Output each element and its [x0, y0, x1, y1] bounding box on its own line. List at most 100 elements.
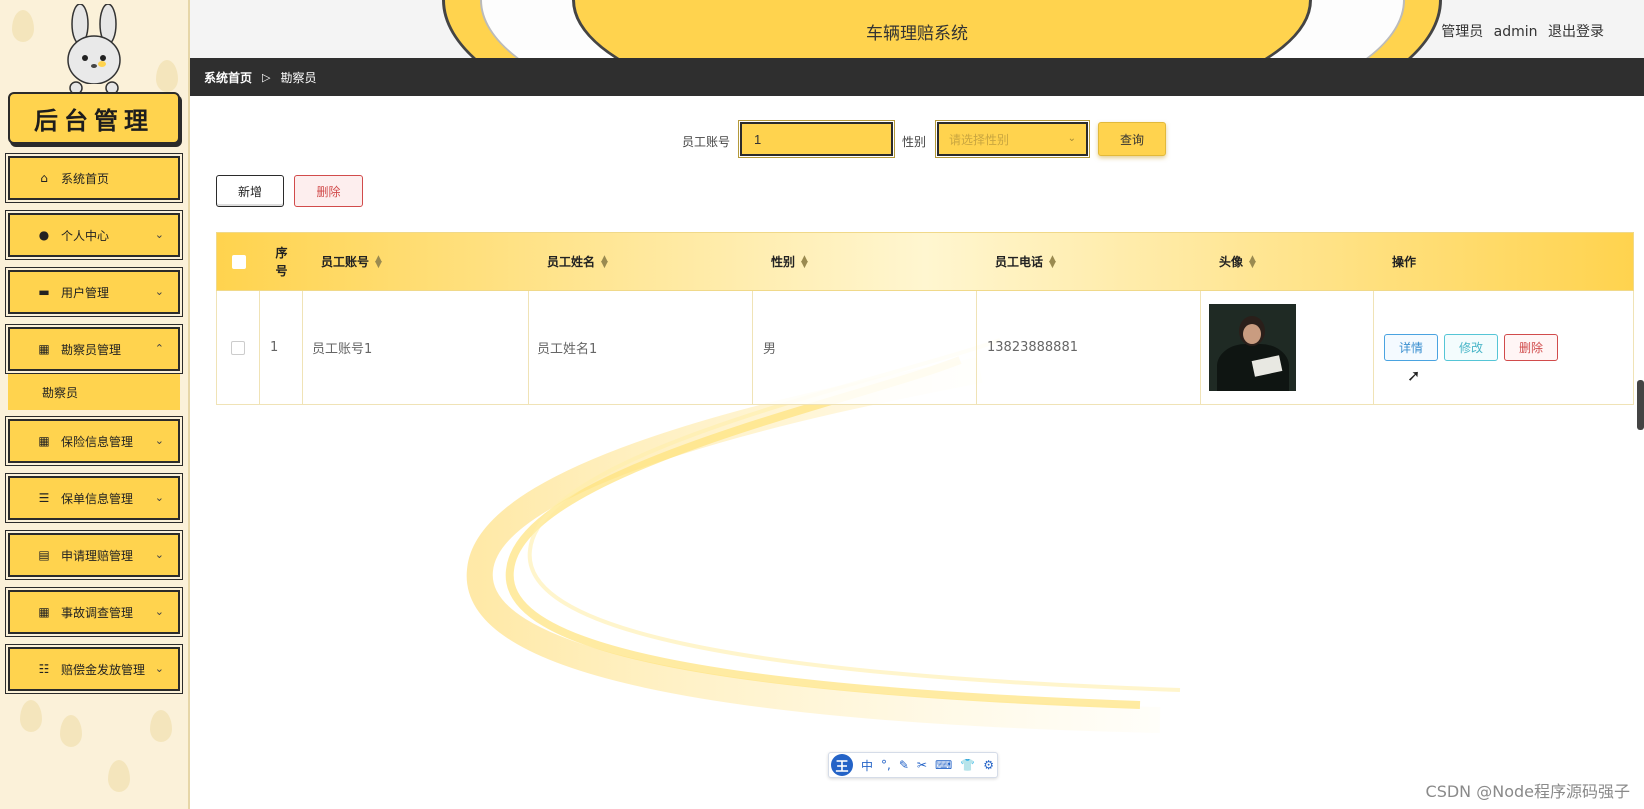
grid-icon: ▦ — [38, 342, 50, 356]
row-name: 员工姓名1 — [529, 291, 753, 404]
sidebar-item-label: 事故调查管理 — [61, 605, 134, 620]
grid-icon: ▦ — [38, 434, 50, 448]
sidebar-item-accident-survey[interactable]: ▦ 事故调查管理 ⌄ — [5, 587, 183, 637]
leaf-decoration — [20, 700, 42, 732]
sort-icon[interactable]: ▲ ▼ — [1249, 254, 1256, 269]
rabbit-mascot-icon — [66, 4, 122, 95]
leaf-decoration — [12, 10, 34, 42]
column-header-actions: 操作 — [1392, 233, 1592, 290]
sidebar-item-label: 申请理赔管理 — [61, 548, 134, 563]
column-header-label: 员工姓名 — [547, 255, 596, 269]
index-header-text: 号 — [275, 263, 288, 278]
sliders-icon: ☷ — [38, 662, 50, 676]
chevron-down-icon: ⌄ — [154, 228, 164, 241]
breadcrumb: 系统首页 ▷ 勘察员 — [190, 58, 1644, 96]
user-name: admin — [1493, 24, 1538, 40]
sidebar: 后台管理 ⌂ 系统首页 ● 个人中心 ⌄ ▬ 用户管理 ⌄ ▦ 勘察员管理 ⌃ … — [0, 0, 190, 809]
ime-mode-toggle[interactable]: 中 — [861, 757, 873, 774]
column-header-label: 员工账号 — [321, 255, 370, 269]
batch-delete-button[interactable]: 删除 — [294, 175, 363, 207]
mouse-cursor-icon: ➚ — [1407, 366, 1421, 385]
sidebar-item-claim-apply[interactable]: ▤ 申请理赔管理 ⌄ — [5, 530, 183, 580]
ime-handwriting-icon[interactable]: ✎ — [899, 758, 909, 772]
sort-icon[interactable]: ▲ ▼ — [601, 254, 608, 269]
sort-icon[interactable]: ▲ ▼ — [1049, 254, 1056, 269]
sidebar-item-label: 个人中心 — [61, 228, 110, 243]
column-header-label: 性别 — [771, 255, 796, 269]
chevron-down-icon: ⌄ — [1067, 133, 1076, 144]
gender-label: 性别 — [902, 135, 927, 149]
sidebar-item-label: 保险信息管理 — [61, 434, 134, 449]
sidebar-item-label: 用户管理 — [61, 285, 110, 300]
chevron-down-icon: ⌄ — [154, 548, 164, 561]
sidebar-brand: 后台管理 — [8, 92, 180, 144]
scrollbar-handle[interactable] — [1637, 380, 1644, 430]
sort-icon[interactable]: ▲ ▼ — [375, 254, 382, 269]
sidebar-item-label: 保单信息管理 — [61, 491, 134, 506]
data-table: 序 号 员工账号 ▲ ▼ 员工姓名 ▲ ▼ 性别 ▲ ▼ 员工电话 ▲ ▼ 头像 ▲ ▼ … — [216, 232, 1634, 405]
row-account: 员工账号1 — [303, 291, 529, 404]
leaf-decoration — [108, 760, 130, 792]
column-header-name[interactable]: 员工姓名 ▲ ▼ — [547, 233, 767, 290]
sidebar-item-surveyor-mgmt[interactable]: ▦ 勘察员管理 ⌃ — [5, 324, 183, 374]
user-role: 管理员 — [1441, 24, 1484, 40]
logout-link[interactable]: 退出登录 — [1548, 24, 1604, 40]
index-header-text: 序 — [275, 245, 288, 260]
top-header: 车辆理赔系统 管理员 admin 退出登录 — [190, 0, 1644, 58]
column-header-gender[interactable]: 性别 ▲ ▼ — [771, 233, 991, 290]
account-label: 员工账号 — [682, 135, 731, 149]
select-all-checkbox[interactable] — [231, 254, 246, 269]
column-header-phone[interactable]: 员工电话 ▲ ▼ — [995, 233, 1215, 290]
gender-select[interactable]: 请选择性别 ⌄ — [935, 120, 1090, 158]
sidebar-item-users[interactable]: ▬ 用户管理 ⌄ — [5, 267, 183, 317]
grid-icon: ▦ — [38, 605, 50, 619]
chevron-down-icon: ⌄ — [154, 285, 164, 298]
ime-settings-icon[interactable]: ⚙ — [983, 758, 994, 772]
ime-toolbar: 王 中 °, ✎ ✂ ⌨ 👕 ⚙ — [828, 752, 998, 778]
breadcrumb-home[interactable]: 系统首页 — [204, 69, 252, 86]
edit-button[interactable]: 修改 — [1444, 334, 1499, 361]
row-gender: 男 — [753, 291, 977, 404]
sidebar-item-policy-info[interactable]: ☰ 保单信息管理 ⌄ — [5, 473, 183, 523]
sidebar-item-home[interactable]: ⌂ 系统首页 — [5, 153, 183, 203]
chevron-down-icon: ⌄ — [154, 662, 164, 675]
query-button[interactable]: 查询 — [1098, 122, 1166, 156]
sidebar-item-profile[interactable]: ● 个人中心 ⌄ — [5, 210, 183, 260]
leaf-decoration — [156, 60, 178, 92]
row-checkbox[interactable] — [231, 340, 245, 355]
sidebar-item-insurance-info[interactable]: ▦ 保险信息管理 ⌄ — [5, 416, 183, 466]
gender-select-placeholder: 请选择性别 — [949, 132, 1010, 147]
column-header-account[interactable]: 员工账号 ▲ ▼ — [321, 233, 541, 290]
sidebar-item-compensation[interactable]: ☷ 赔偿金发放管理 ⌄ — [5, 644, 183, 694]
account-search-input[interactable] — [738, 120, 895, 158]
ime-punctuation-icon[interactable]: °, — [881, 758, 891, 772]
sidebar-subitem-surveyor[interactable]: 勘察员 — [8, 374, 180, 410]
avatar[interactable] — [1209, 304, 1296, 391]
ime-skin-icon[interactable]: 👕 — [960, 758, 975, 772]
column-header-label: 头像 — [1219, 255, 1244, 269]
user-icon: ● — [38, 228, 50, 242]
home-icon: ⌂ — [40, 171, 48, 185]
table-row: 1 员工账号1 员工姓名1 男 13823888881 详情 修改 删除 — [216, 291, 1634, 405]
breadcrumb-current: 勘察员 — [280, 70, 317, 85]
detail-button[interactable]: 详情 — [1384, 334, 1439, 361]
add-button[interactable]: 新增 — [216, 175, 284, 207]
ime-logo-icon[interactable]: 王 — [831, 754, 853, 776]
column-header-index: 序 号 — [260, 233, 303, 290]
ime-keyboard-icon[interactable]: ⌨ — [935, 758, 952, 772]
column-header-label: 员工电话 — [995, 255, 1044, 269]
column-header-avatar[interactable]: 头像 ▲ ▼ — [1219, 233, 1379, 290]
sidebar-item-label: 勘察员管理 — [61, 342, 122, 357]
row-actions: 详情 修改 删除 — [1374, 291, 1634, 404]
leaf-decoration — [60, 715, 82, 747]
column-header-label: 操作 — [1392, 255, 1417, 269]
ime-scissors-icon[interactable]: ✂ — [917, 758, 927, 772]
row-phone: 13823888881 — [977, 291, 1201, 404]
leaf-decoration — [150, 710, 172, 742]
breadcrumb-separator-icon: ▷ — [262, 70, 271, 84]
table-header: 序 号 员工账号 ▲ ▼ 员工姓名 ▲ ▼ 性别 ▲ ▼ 员工电话 ▲ ▼ 头像 ▲ ▼ … — [216, 232, 1634, 291]
sort-icon[interactable]: ▲ ▼ — [801, 254, 808, 269]
row-delete-button[interactable]: 删除 — [1504, 334, 1559, 361]
watermark: CSDN @Node程序源码强子 — [1425, 782, 1630, 801]
row-select-cell — [217, 291, 260, 404]
